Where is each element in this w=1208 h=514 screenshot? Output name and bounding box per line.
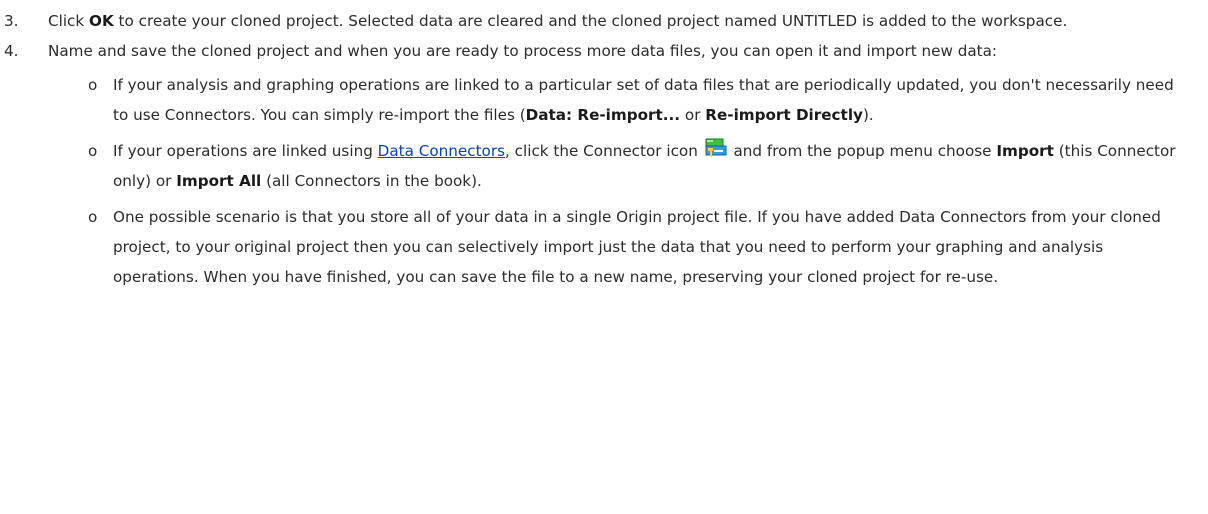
document-body: 3. Click OK to create your cloned project… — [0, 6, 1208, 298]
item-text: and from the popup menu choose — [728, 142, 997, 160]
bullet-marker: o — [88, 208, 98, 226]
menu-command: Data: Re-import... — [525, 106, 681, 124]
step-number: 3. — [4, 12, 19, 30]
data-connectors-link[interactable]: Data Connectors — [378, 142, 505, 160]
list-item: o One possible scenario is that you store… — [48, 202, 1200, 292]
item-text: , click the Connector icon — [505, 142, 703, 160]
step-number: 4. — [4, 42, 19, 60]
menu-command: Import All — [176, 172, 262, 190]
menu-command: Re-import Directly — [705, 106, 863, 124]
bullet-marker: o — [88, 142, 98, 160]
item-text: One possible scenario is that you store … — [113, 208, 1161, 286]
bullet-marker: o — [88, 76, 98, 94]
connector-icon — [705, 137, 727, 159]
step-text: Name and save the cloned project and whe… — [48, 42, 998, 60]
item-text: ). — [862, 106, 874, 124]
sub-list: o If your analysis and graphing operation… — [48, 70, 1200, 292]
list-item: o If your analysis and graphing operation… — [48, 70, 1200, 130]
list-item: o If your operations are linked using Dat… — [48, 136, 1200, 196]
item-text: If your operations are linked using — [113, 142, 378, 160]
step-3: 3. Click OK to create your cloned project… — [0, 6, 1208, 36]
step-4: 4. Name and save the cloned project and w… — [0, 36, 1208, 292]
step-text: Click — [48, 12, 90, 30]
item-text: (all Connectors in the book). — [261, 172, 482, 190]
ok-label: OK — [89, 12, 114, 30]
item-text: or — [680, 106, 706, 124]
menu-command: Import — [996, 142, 1054, 160]
step-text: to create your cloned project. Selected … — [113, 12, 1068, 30]
